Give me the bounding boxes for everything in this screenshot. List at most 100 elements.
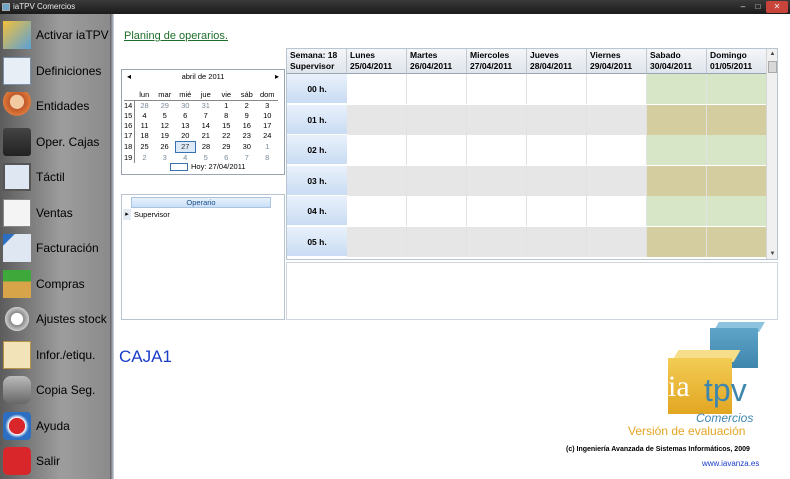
schedule-cell[interactable] [407, 74, 467, 104]
schedule-cell[interactable] [707, 226, 767, 257]
calendar-day[interactable]: 8 [216, 111, 237, 121]
schedule-cell[interactable] [407, 196, 467, 226]
schedule-cell[interactable] [587, 196, 647, 226]
calendar-day[interactable]: 16 [237, 121, 258, 131]
sidebar-item-activar-iatpv[interactable]: Activar iaTPV [0, 18, 110, 52]
day-column-header[interactable]: Domingo 01/05/2011 [707, 49, 767, 74]
schedule-cell[interactable] [407, 226, 467, 257]
calendar-day[interactable]: 4 [134, 111, 155, 121]
schedule-cell[interactable] [347, 135, 407, 165]
sidebar-item-t-ctil[interactable]: Táctil [0, 160, 110, 194]
day-column-header[interactable]: Jueves 28/04/2011 [527, 49, 587, 74]
sidebar-item-compras[interactable]: Compras [0, 267, 110, 301]
calendar-day[interactable]: 28 [196, 142, 217, 153]
sidebar-item-copia-seg[interactable]: Copia Seg. [0, 373, 110, 407]
planing-link[interactable]: Planing de operarios. [124, 30, 228, 42]
calendar-day[interactable]: 2 [134, 153, 155, 164]
sidebar-item-ayuda[interactable]: Ayuda [0, 409, 110, 443]
calendar-day[interactable]: 22 [216, 131, 237, 142]
calendar-day[interactable]: 3 [257, 101, 278, 112]
calendar-day[interactable]: 18 [134, 131, 155, 142]
schedule-cell[interactable] [347, 165, 407, 196]
calendar-day[interactable]: 26 [155, 142, 176, 153]
minimize-button[interactable]: – [736, 1, 750, 13]
schedule-cell[interactable] [587, 165, 647, 196]
schedule-cell[interactable] [647, 104, 707, 135]
schedule-cell[interactable] [527, 165, 587, 196]
schedule-cell[interactable] [347, 74, 407, 104]
calendar-day[interactable]: 20 [175, 131, 196, 142]
sidebar-item-definiciones[interactable]: Definiciones [0, 54, 110, 88]
day-column-header[interactable]: Lunes 25/04/2011 [347, 49, 407, 74]
day-column-header[interactable]: Martes 26/04/2011 [407, 49, 467, 74]
schedule-cell[interactable] [527, 104, 587, 135]
schedule-cell[interactable] [467, 74, 527, 104]
close-button[interactable]: ✕ [766, 1, 788, 13]
schedule-scrollbar[interactable]: ▲ ▼ [766, 49, 777, 259]
day-column-header[interactable]: Miercoles 27/04/2011 [467, 49, 527, 74]
calendar-day[interactable]: 29 [155, 101, 176, 112]
calendar-day[interactable]: 17 [257, 121, 278, 131]
schedule-cell[interactable] [407, 165, 467, 196]
calendar-day[interactable]: 6 [175, 111, 196, 121]
calendar-day[interactable]: 11 [134, 121, 155, 131]
schedule-cell[interactable] [467, 226, 527, 257]
schedule-cell[interactable] [587, 104, 647, 135]
schedule-cell[interactable] [407, 135, 467, 165]
day-column-header[interactable]: Sabado 30/04/2011 [647, 49, 707, 74]
day-column-header[interactable]: Viernes 29/04/2011 [587, 49, 647, 74]
calendar-prev-icon[interactable]: ◂ [127, 72, 131, 81]
calendar-day[interactable]: 15 [216, 121, 237, 131]
scroll-down-icon[interactable]: ▼ [767, 249, 777, 259]
calendar-day[interactable]: 1 [216, 101, 237, 112]
schedule-cell[interactable] [467, 135, 527, 165]
calendar-day[interactable]: 7 [196, 111, 217, 121]
calendar-day[interactable]: 23 [237, 131, 258, 142]
calendar-day[interactable]: 14 [196, 121, 217, 131]
schedule-cell[interactable] [347, 226, 407, 257]
schedule-cell[interactable] [467, 104, 527, 135]
schedule-cell[interactable] [587, 135, 647, 165]
schedule-cell[interactable] [707, 74, 767, 104]
schedule-cell[interactable] [647, 74, 707, 104]
calendar-day[interactable]: 1 [257, 142, 278, 153]
calendar-day[interactable]: 8 [257, 153, 278, 164]
calendar-day[interactable]: 13 [175, 121, 196, 131]
schedule-cell[interactable] [527, 196, 587, 226]
calendar-day[interactable]: 10 [257, 111, 278, 121]
sidebar-item-infor-etiqu[interactable]: Infor./etiqu. [0, 338, 110, 372]
calendar-day[interactable]: 30 [237, 142, 258, 153]
schedule-cell[interactable] [707, 135, 767, 165]
schedule-cell[interactable] [527, 135, 587, 165]
schedule-cell[interactable] [707, 165, 767, 196]
calendar-day[interactable]: 12 [155, 121, 176, 131]
schedule-cell[interactable] [647, 165, 707, 196]
calendar-day[interactable]: 31 [196, 101, 217, 112]
operario-row[interactable]: ▸ Supervisor [123, 209, 271, 220]
schedule-cell[interactable] [347, 104, 407, 135]
sidebar-item-oper-cajas[interactable]: Oper. Cajas [0, 125, 110, 159]
schedule-cell[interactable] [647, 135, 707, 165]
calendar-day[interactable]: 27 [174, 141, 196, 153]
sidebar-item-facturaci-n[interactable]: Facturación [0, 231, 110, 265]
schedule-cell[interactable] [647, 226, 707, 257]
operario-column-header[interactable]: Operario [131, 197, 271, 208]
schedule-cell[interactable] [407, 104, 467, 135]
calendar-day[interactable]: 30 [175, 101, 196, 112]
calendar-today[interactable]: Hoy: 27/04/2011 [170, 162, 246, 172]
website-link[interactable]: www.iavanza.es [702, 459, 759, 468]
schedule-cell[interactable] [587, 74, 647, 104]
schedule-cell[interactable] [467, 165, 527, 196]
calendar-day[interactable]: 19 [155, 131, 176, 142]
schedule-cell[interactable] [527, 74, 587, 104]
calendar-day[interactable]: 25 [134, 142, 155, 153]
schedule-cell[interactable] [647, 196, 707, 226]
calendar-day[interactable]: 9 [237, 111, 258, 121]
schedule-cell[interactable] [527, 226, 587, 257]
scroll-up-icon[interactable]: ▲ [767, 49, 777, 59]
schedule-cell[interactable] [467, 196, 527, 226]
calendar-day[interactable]: 28 [134, 101, 155, 112]
schedule-cell[interactable] [587, 226, 647, 257]
calendar-next-icon[interactable]: ▸ [275, 72, 279, 81]
sidebar-item-salir[interactable]: Salir [0, 444, 110, 478]
